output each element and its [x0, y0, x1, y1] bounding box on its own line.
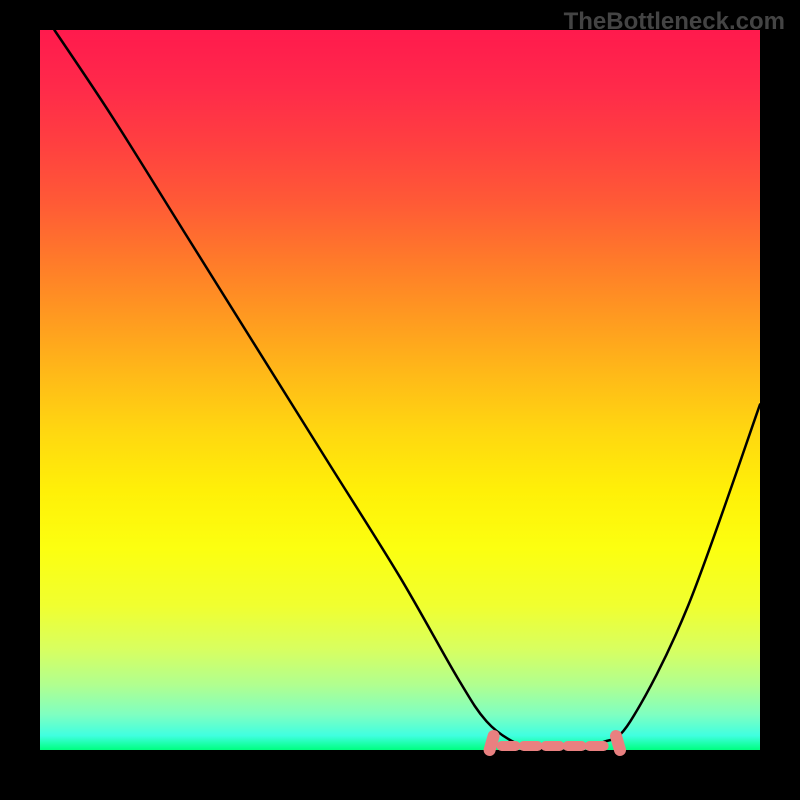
bottleneck-curve-path	[54, 30, 760, 751]
watermark-text: TheBottleneck.com	[564, 8, 785, 36]
chart-area	[40, 30, 760, 750]
curve-svg	[40, 30, 760, 750]
